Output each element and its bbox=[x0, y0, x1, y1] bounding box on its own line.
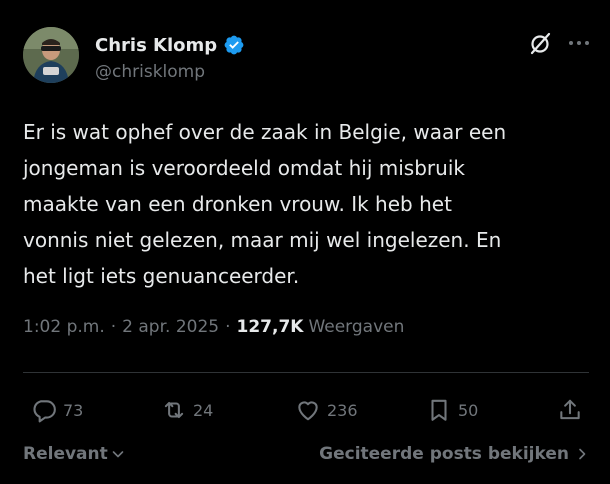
view-quotes-label: Geciteerde posts bekijken bbox=[319, 444, 569, 464]
reply-count: 73 bbox=[63, 400, 84, 420]
repost-icon bbox=[161, 397, 187, 423]
tweet-text-line: Er is wat ophef over de zaak in Belgie, … bbox=[23, 120, 507, 144]
author-name-row: Chris Klomp bbox=[95, 33, 245, 57]
avatar[interactable] bbox=[23, 27, 79, 83]
grok-icon[interactable] bbox=[527, 30, 553, 56]
more-horizontal-icon[interactable] bbox=[566, 32, 592, 54]
view-quotes-link[interactable]: Geciteerde posts bekijken bbox=[319, 444, 589, 464]
verified-badge-icon bbox=[223, 34, 245, 56]
repost-count: 24 bbox=[193, 400, 214, 420]
tweet-text-line: maakte van een dronken vrouw. Ik heb het bbox=[23, 192, 452, 216]
meta-separator: · bbox=[225, 317, 231, 337]
author-handle[interactable]: @chrisklomp bbox=[95, 62, 205, 82]
tweet-text-line: vonnis niet gelezen, maar mij wel ingele… bbox=[23, 228, 502, 252]
chevron-down-icon bbox=[111, 447, 125, 461]
share-icon bbox=[557, 397, 583, 423]
tweet-time[interactable]: 1:02 p.m. bbox=[23, 317, 105, 337]
tweet-text-line: jongeman is veroordeeld omdat hij misbru… bbox=[23, 156, 465, 180]
reply-icon bbox=[31, 397, 57, 423]
tweet-detail: Chris Klomp @chrisklomp Er is wat ophef … bbox=[0, 0, 610, 484]
tweet-text: Er is wat ophef over de zaak in Belgie, … bbox=[23, 114, 583, 294]
like-button[interactable]: 236 bbox=[295, 391, 358, 429]
views-count[interactable]: 127,7K bbox=[237, 317, 304, 337]
meta-separator: · bbox=[110, 317, 117, 337]
bookmark-count: 50 bbox=[458, 400, 479, 420]
views-label[interactable]: Weergaven bbox=[308, 317, 404, 337]
heart-icon bbox=[295, 397, 321, 423]
divider bbox=[23, 372, 589, 373]
chevron-right-icon bbox=[575, 447, 589, 461]
reply-button[interactable]: 73 bbox=[31, 391, 83, 429]
tweet-text-line: het ligt iets genuanceerder. bbox=[23, 264, 300, 288]
action-bar: 73 24 236 50 bbox=[23, 391, 591, 429]
author-display-name[interactable]: Chris Klomp bbox=[95, 35, 217, 56]
like-count: 236 bbox=[327, 400, 358, 420]
sort-dropdown[interactable]: Relevant bbox=[23, 444, 125, 464]
tweet-date[interactable]: 2 apr. 2025 bbox=[122, 317, 219, 337]
share-button[interactable] bbox=[557, 391, 583, 429]
tweet-meta: 1:02 p.m. · 2 apr. 2025 · 127,7K Weergav… bbox=[23, 317, 404, 337]
bookmark-icon bbox=[426, 397, 452, 423]
repost-button[interactable]: 24 bbox=[161, 391, 213, 429]
bookmark-button[interactable]: 50 bbox=[426, 391, 478, 429]
sort-label: Relevant bbox=[23, 444, 108, 464]
